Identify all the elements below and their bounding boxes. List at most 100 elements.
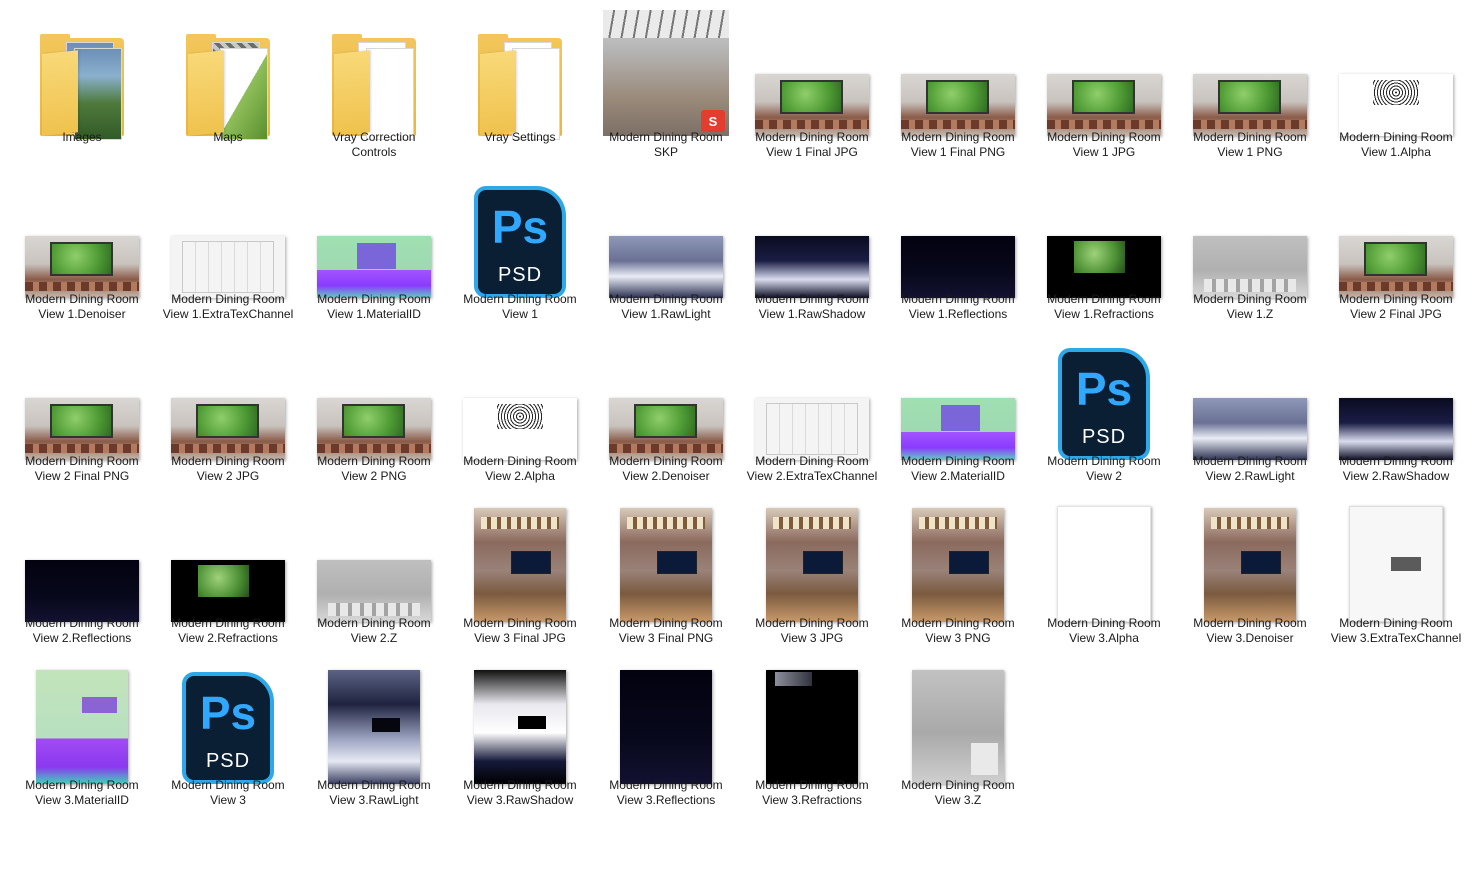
file-item[interactable]: Modern Dining Room View 3 Final PNG: [596, 490, 736, 646]
file-item[interactable]: Modern Dining Room View 1.MaterialID: [304, 166, 444, 322]
file-name-label: Modern Dining Room View 3.Reflections: [609, 778, 723, 807]
file-item[interactable]: Ps PSD Modern Dining Room View 3: [158, 652, 298, 808]
file-icon-area: [1180, 10, 1320, 136]
file-name-label: Modern Dining Room View 3.Refractions: [755, 778, 869, 807]
file-icon-area: [742, 172, 882, 298]
image-thumbnail: [912, 508, 1004, 622]
psd-logo-text: Ps: [491, 201, 549, 253]
file-name-label: Modern Dining Room View 3: [171, 778, 285, 807]
file-item[interactable]: Modern Dining Room View 3.Z: [888, 652, 1028, 808]
file-item[interactable]: Modern Dining Room View 3 Final JPG: [450, 490, 590, 646]
file-item[interactable]: Vray Settings: [450, 4, 590, 160]
file-item[interactable]: Modern Dining Room View 3.RawLight: [304, 652, 444, 808]
file-item[interactable]: Modern Dining Room View 2.ExtraTexChanne…: [742, 328, 882, 484]
file-item[interactable]: Modern Dining Room View 2.RawShadow: [1326, 328, 1466, 484]
file-icon-area: [450, 10, 590, 140]
file-item[interactable]: Images: [12, 4, 152, 160]
file-item[interactable]: Modern Dining Room View 1.ExtraTexChanne…: [158, 166, 298, 322]
file-name-label: Modern Dining Room View 1.RawShadow: [755, 292, 869, 321]
psd-logo-text: Ps: [199, 687, 257, 739]
file-icon-area: [742, 10, 882, 136]
file-item[interactable]: Modern Dining Room View 3.Reflections: [596, 652, 736, 808]
file-item[interactable]: Modern Dining Room View 2.MaterialID: [888, 328, 1028, 484]
file-icon-area: [1326, 496, 1466, 622]
file-item[interactable]: S Modern Dining Room SKP: [596, 4, 736, 160]
folder-icon: [478, 34, 562, 140]
file-item[interactable]: Modern Dining Room View 2 Final PNG: [12, 328, 152, 484]
file-icon-area: [158, 334, 298, 460]
file-item[interactable]: Modern Dining Room View 2.Denoiser: [596, 328, 736, 484]
file-name-label: Modern Dining Room View 2.RawLight: [1193, 454, 1307, 483]
file-item[interactable]: Modern Dining Room View 3.RawShadow: [450, 652, 590, 808]
image-thumbnail: [36, 670, 128, 784]
file-item[interactable]: Modern Dining Room View 1.Z: [1180, 166, 1320, 322]
file-name-label: Modern Dining Room View 1.Refractions: [1047, 292, 1161, 321]
file-item[interactable]: Modern Dining Room View 1.Alpha: [1326, 4, 1466, 160]
file-item[interactable]: Modern Dining Room View 3.Denoiser: [1180, 490, 1320, 646]
image-thumbnail: [1193, 398, 1307, 460]
file-icon-area: [12, 172, 152, 298]
file-item[interactable]: Modern Dining Room View 2 Final JPG: [1326, 166, 1466, 322]
file-icon-area: [304, 10, 444, 140]
file-item[interactable]: Modern Dining Room View 1.RawLight: [596, 166, 736, 322]
image-thumbnail: [171, 398, 285, 460]
file-item[interactable]: Modern Dining Room View 3.MaterialID: [12, 652, 152, 808]
file-name-label: Modern Dining Room View 1: [463, 292, 577, 321]
file-item[interactable]: Modern Dining Room View 3 JPG: [742, 490, 882, 646]
file-icon-area: [450, 496, 590, 622]
file-icon-area: [1180, 172, 1320, 298]
file-name-label: Modern Dining Room View 1.MaterialID: [317, 292, 431, 321]
file-name-label: Modern Dining Room View 1.Denoiser: [25, 292, 139, 321]
file-item[interactable]: Modern Dining Room View 2.Reflections: [12, 490, 152, 646]
file-item[interactable]: Ps PSD Modern Dining Room View 2: [1034, 328, 1174, 484]
image-thumbnail: [317, 560, 431, 622]
file-item[interactable]: Modern Dining Room View 2 JPG: [158, 328, 298, 484]
file-item[interactable]: Modern Dining Room View 2.Alpha: [450, 328, 590, 484]
file-name-label: Modern Dining Room View 1 JPG: [1047, 130, 1161, 159]
file-icon-area: [888, 496, 1028, 622]
file-name-label: Modern Dining Room View 3 PNG: [901, 616, 1015, 645]
file-item[interactable]: Modern Dining Room View 1 Final JPG: [742, 4, 882, 160]
file-name-label: Modern Dining Room View 1 PNG: [1193, 130, 1307, 159]
file-icon-area: [888, 10, 1028, 136]
file-icon-area: [1326, 10, 1466, 136]
file-icon-area: [596, 334, 736, 460]
file-explorer-grid: Images Maps Vray Correction Controls Vray S…: [0, 0, 1483, 882]
file-item[interactable]: Modern Dining Room View 2 PNG: [304, 328, 444, 484]
file-item[interactable]: Modern Dining Room View 1 PNG: [1180, 4, 1320, 160]
file-icon-area: [158, 172, 298, 298]
file-icon-area: [450, 334, 590, 460]
image-thumbnail: [1047, 236, 1161, 298]
file-item[interactable]: Modern Dining Room View 3 PNG: [888, 490, 1028, 646]
file-item[interactable]: Modern Dining Room View 1.Denoiser: [12, 166, 152, 322]
file-name-label: Vray Settings: [484, 130, 556, 144]
file-name-label: Modern Dining Room View 3.Z: [901, 778, 1015, 807]
image-thumbnail: [755, 74, 869, 136]
file-item[interactable]: Vray Correction Controls: [304, 4, 444, 160]
file-icon-area: [158, 496, 298, 622]
file-item[interactable]: Modern Dining Room View 2.Z: [304, 490, 444, 646]
folder-icon: [186, 34, 270, 140]
file-icon-area: [1326, 172, 1466, 298]
file-item[interactable]: Modern Dining Room View 2.Refractions: [158, 490, 298, 646]
file-item[interactable]: Modern Dining Room View 1.Reflections: [888, 166, 1028, 322]
file-item[interactable]: Modern Dining Room View 1 Final PNG: [888, 4, 1028, 160]
file-item[interactable]: Ps PSD Modern Dining Room View 1: [450, 166, 590, 322]
file-name-label: Modern Dining Room View 1 Final PNG: [901, 130, 1015, 159]
file-name-label: Modern Dining Room View 2.Denoiser: [609, 454, 723, 483]
file-item[interactable]: Modern Dining Room View 3.Alpha: [1034, 490, 1174, 646]
folder-icon: [332, 34, 416, 140]
file-icon-area: [12, 334, 152, 460]
file-item[interactable]: Maps: [158, 4, 298, 160]
file-item[interactable]: Modern Dining Room View 3.ExtraTexChanne…: [1326, 490, 1466, 646]
file-icon-area: [596, 496, 736, 622]
file-item[interactable]: Modern Dining Room View 1.Refractions: [1034, 166, 1174, 322]
file-item[interactable]: Modern Dining Room View 1.RawShadow: [742, 166, 882, 322]
file-item[interactable]: Modern Dining Room View 1 JPG: [1034, 4, 1174, 160]
file-icon-area: [1034, 172, 1174, 298]
file-item[interactable]: Modern Dining Room View 3.Refractions: [742, 652, 882, 808]
file-item[interactable]: Modern Dining Room View 2.RawLight: [1180, 328, 1320, 484]
file-icon-area: [1180, 496, 1320, 622]
image-thumbnail: [1193, 236, 1307, 298]
file-name-label: Modern Dining Room View 3.ExtraTexChanne…: [1330, 616, 1462, 645]
